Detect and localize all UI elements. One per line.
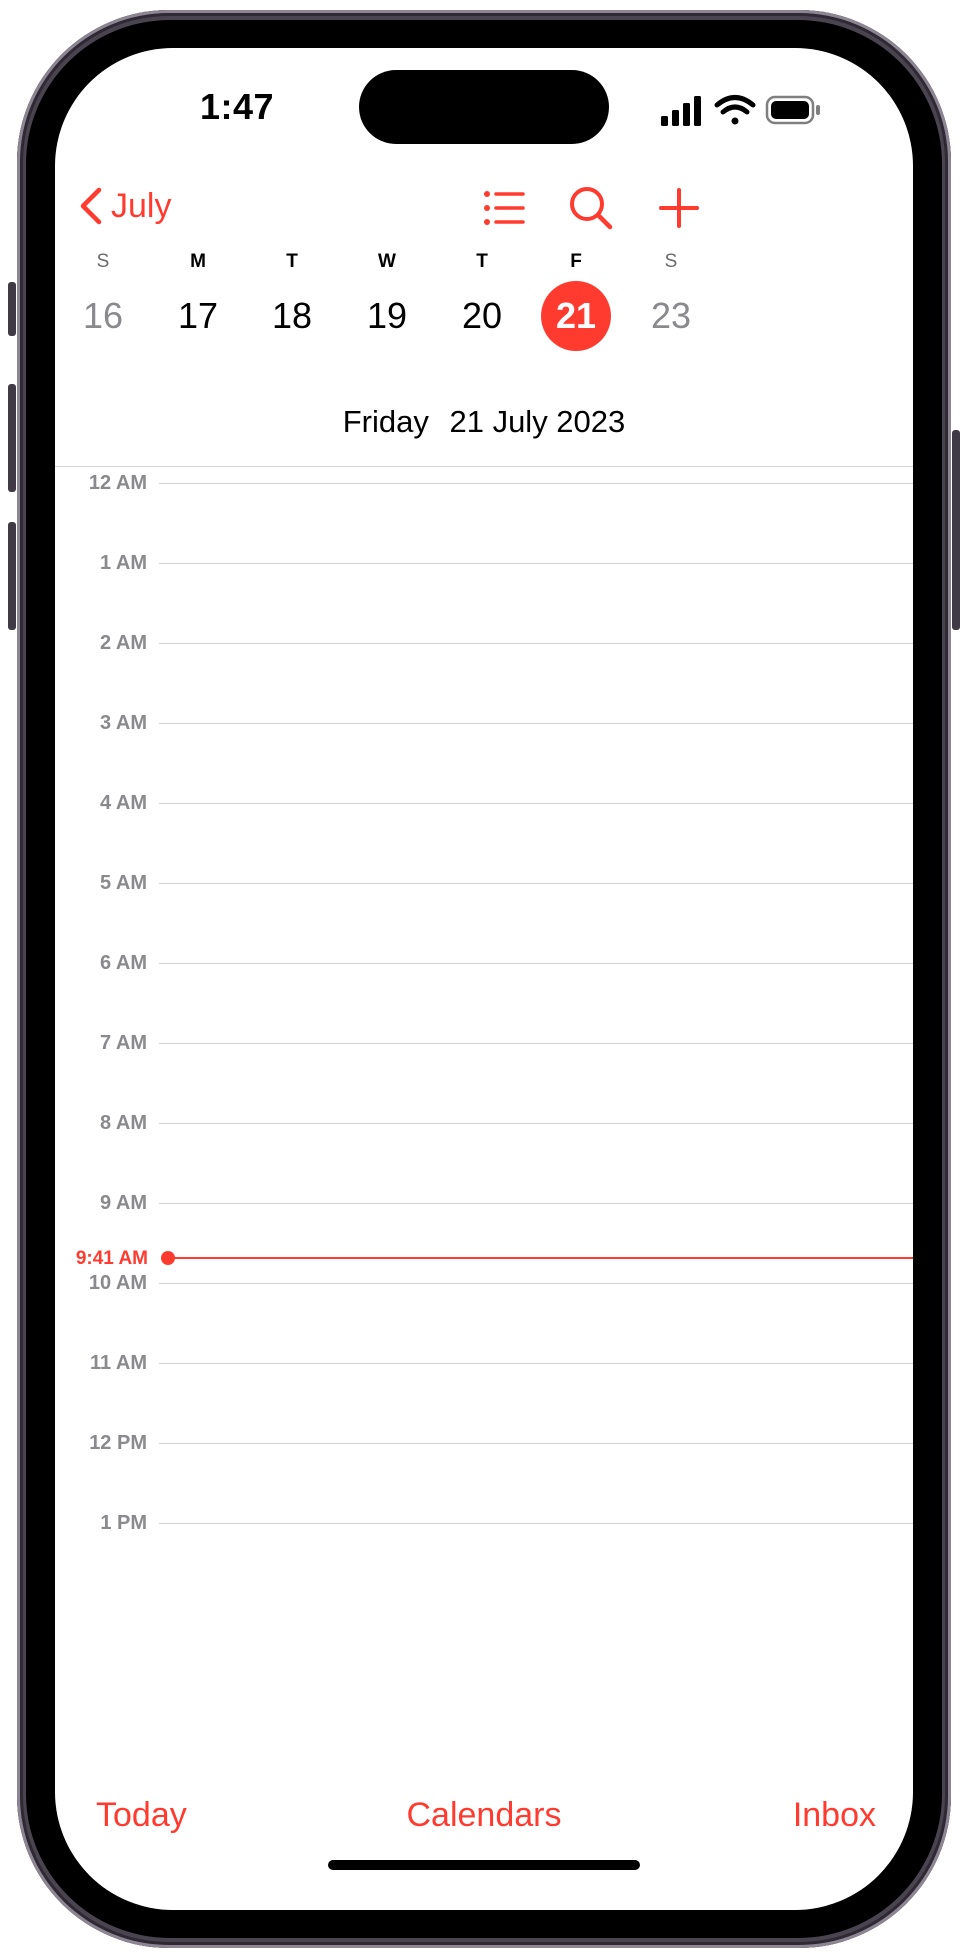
hour-line [159,1203,913,1204]
hour-label: 5 AM [99,872,147,894]
battery-icon [765,95,820,125]
status-icons [661,92,841,132]
hour-line [159,1283,913,1284]
calendars-button[interactable]: Calendars [55,1796,913,1835]
search-icon [561,187,621,242]
back-to-month-button[interactable]: July [77,178,171,234]
weekday-letter: S [96,251,110,272]
hour-label: 8 AM [99,1112,147,1134]
day-23[interactable]: 23 [636,281,706,351]
hour-label: 6 AM [99,952,147,974]
list-icon [473,191,533,242]
search-button[interactable] [561,178,621,238]
list-view-button[interactable] [473,178,533,238]
hour-label: 1 AM [99,552,147,574]
day-17[interactable]: 17 [163,281,233,351]
volume-down-button [8,522,16,630]
plus-icon [649,188,709,242]
day-20[interactable]: 20 [447,281,517,351]
hour-label: 3 AM [99,712,147,734]
hour-line [159,963,913,964]
hour-line [159,883,913,884]
header-divider [55,466,913,467]
weekday-letter: T [476,251,488,272]
selected-date: 21 July 2023 [449,404,626,439]
day-19[interactable]: 19 [352,281,422,351]
hour-line [159,803,913,804]
weekday-letter: M [190,251,206,272]
hour-label: 12 AM [88,472,147,494]
screen: 1:47 July S M T W T F S 16 17 18 19 20 2… [55,48,913,1910]
hour-line [159,643,913,644]
add-event-button[interactable] [649,178,709,238]
hour-line [159,1523,913,1524]
action-button [8,282,16,336]
inbox-button[interactable]: Inbox [793,1796,876,1835]
hour-line [159,723,913,724]
hour-label: 10 AM [88,1272,147,1294]
back-label: July [111,186,172,225]
hour-line [159,1043,913,1044]
weekday-letter: W [378,251,396,272]
hour-label: 2 AM [99,632,147,654]
day-16[interactable]: 16 [68,281,138,351]
weekday-letter: F [570,251,582,272]
day-18[interactable]: 18 [257,281,327,351]
cellular-signal-icon [661,96,701,126]
hour-line [159,563,913,564]
day-timeline[interactable]: 12 AM 1 AM 2 AM 3 AM 4 AM 5 AM 6 AM 7 AM… [55,468,913,1790]
status-time: 1:47 [199,86,275,127]
hour-label: 12 PM [89,1432,147,1454]
chevron-left-icon [77,186,105,226]
current-time-label: 9:41 AM [75,1248,148,1269]
power-button [952,430,960,630]
hour-label: 4 AM [99,792,147,814]
hour-line [159,483,913,484]
weekday-letter: S [664,251,678,272]
selected-date-title: Friday 21 July 2023 [55,404,913,440]
hour-line [159,1123,913,1124]
hour-label: 1 PM [100,1512,147,1534]
wifi-icon [714,95,756,125]
weekday-letter: T [286,251,298,272]
hour-line [159,1363,913,1364]
hour-label: 11 AM [89,1352,147,1374]
day-21-selected[interactable]: 21 [541,281,611,351]
dynamic-island [359,70,609,144]
current-time-line [171,1257,913,1259]
volume-up-button [8,384,16,492]
hour-label: 7 AM [99,1032,147,1054]
hour-line [159,1443,913,1444]
home-indicator [328,1860,640,1870]
hour-label: 9 AM [99,1192,147,1214]
selected-weekday: Friday [342,404,429,439]
